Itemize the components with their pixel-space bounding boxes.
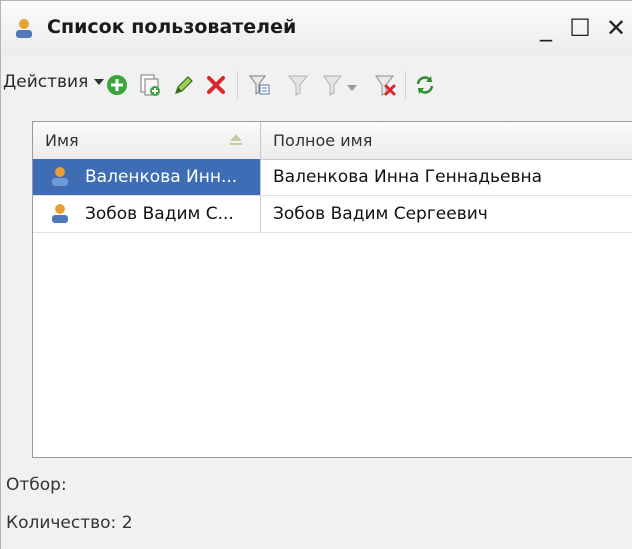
maximize-button[interactable]: ☐ (563, 11, 597, 45)
chevron-down-icon (94, 79, 105, 85)
table-row[interactable]: Зобов Вадим С... Зобов Вадим Сергеевич (33, 196, 632, 233)
column-header-name[interactable]: Имя (33, 122, 261, 159)
actions-label: Действия (3, 72, 89, 92)
cell-full-name[interactable]: Зобов Вадим Сергеевич (261, 196, 632, 232)
minimize-button[interactable]: _ (529, 11, 563, 45)
filter-label: Отбор: (6, 475, 67, 495)
users-table[interactable]: Имя Полное имя Валенкова Инн... Валенков… (32, 121, 632, 458)
toolbar-separator (405, 71, 406, 99)
filter-history-icon[interactable] (321, 73, 345, 97)
column-header-full-name[interactable]: Полное имя (261, 122, 632, 159)
title-bar[interactable]: Список пользователей _ ☐ ✕ (1, 1, 632, 55)
filter-icon[interactable] (247, 73, 271, 97)
toolbar-separator (237, 71, 238, 99)
user-icon (52, 204, 68, 223)
clear-filter-icon[interactable] (373, 73, 397, 97)
count-label: Количество: 2 (6, 513, 133, 533)
sort-ascending-icon (230, 134, 242, 145)
add-icon[interactable] (105, 73, 129, 97)
refresh-icon[interactable] (413, 73, 437, 97)
edit-icon[interactable] (172, 73, 196, 97)
filter-disabled-icon (287, 75, 309, 96)
window-title: Список пользователей (47, 16, 297, 38)
table-row[interactable]: Валенкова Инн... Валенкова Инна Геннадье… (33, 159, 632, 196)
users-list-window: Список пользователей _ ☐ ✕ Действия Имя … (0, 0, 632, 549)
user-icon (52, 167, 68, 186)
actions-menu-button[interactable]: Действия (3, 72, 105, 92)
column-header-name-label: Имя (45, 131, 79, 150)
copy-icon[interactable] (138, 73, 162, 97)
chevron-down-icon[interactable] (347, 85, 357, 91)
toolbar: Действия (1, 59, 632, 111)
cell-full-name[interactable]: Валенкова Инна Геннадьевна (261, 159, 632, 195)
close-button[interactable]: ✕ (599, 11, 632, 45)
table-header: Имя Полное имя (33, 122, 632, 160)
delete-icon[interactable] (204, 73, 228, 97)
user-icon (16, 19, 32, 38)
